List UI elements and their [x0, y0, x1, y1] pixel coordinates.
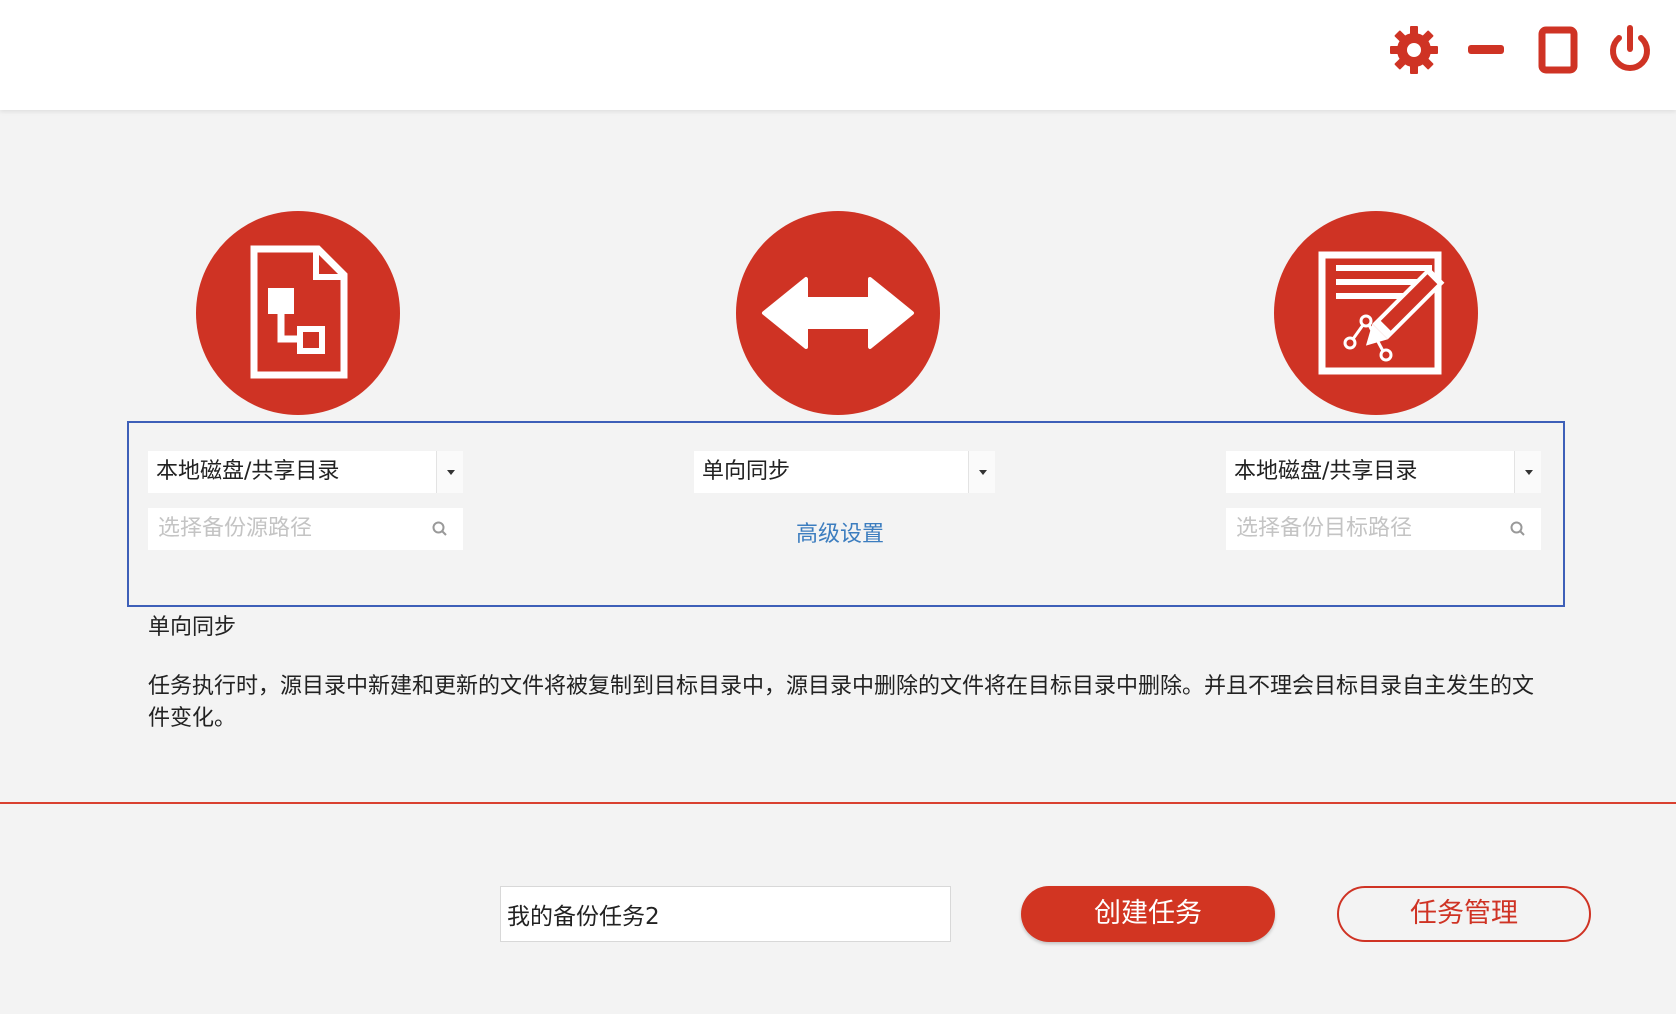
edit-document-icon — [1318, 251, 1445, 375]
task-name-input[interactable] — [500, 886, 951, 942]
gear-icon[interactable] — [1386, 22, 1442, 78]
target-type-value: 本地磁盘/共享目录 — [1234, 459, 1418, 484]
divider — [0, 802, 1676, 804]
maximize-icon[interactable] — [1530, 22, 1586, 78]
title-bar — [0, 0, 1676, 110]
power-icon[interactable] — [1602, 22, 1658, 78]
target-path-placeholder: 选择备份目标路径 — [1236, 516, 1413, 541]
create-task-button[interactable]: 创建任务 — [1021, 886, 1275, 942]
source-path-input[interactable]: 选择备份源路径 — [148, 508, 463, 550]
target-illustration — [1274, 211, 1478, 415]
mode-description: 任务执行时，源目录中新建和更新的文件将被复制到目标目录中，源目录中删除的文件将在… — [148, 674, 1535, 731]
target-path-input[interactable]: 选择备份目标路径 — [1226, 508, 1541, 550]
source-path-placeholder: 选择备份源路径 — [158, 516, 313, 541]
sync-illustration — [736, 211, 940, 415]
chevron-down-icon[interactable] — [436, 451, 463, 493]
sync-mode-value: 单向同步 — [702, 459, 791, 484]
advanced-settings-link[interactable]: 高级设置 — [796, 516, 884, 548]
chevron-down-icon[interactable] — [1514, 451, 1541, 493]
source-type-select[interactable]: 本地磁盘/共享目录 — [148, 451, 463, 493]
source-type-value: 本地磁盘/共享目录 — [156, 459, 340, 484]
task-management-button[interactable]: 任务管理 — [1337, 886, 1591, 942]
document-tree-icon — [250, 245, 348, 379]
source-illustration — [196, 211, 400, 415]
mode-title: 单向同步 — [148, 615, 237, 640]
double-arrow-icon — [762, 277, 914, 349]
sync-mode-select[interactable]: 单向同步 — [694, 451, 995, 493]
search-icon[interactable] — [1509, 520, 1527, 538]
target-type-select[interactable]: 本地磁盘/共享目录 — [1226, 451, 1541, 493]
search-icon[interactable] — [431, 520, 449, 538]
minimize-icon[interactable] — [1458, 22, 1514, 78]
chevron-down-icon[interactable] — [968, 451, 995, 493]
